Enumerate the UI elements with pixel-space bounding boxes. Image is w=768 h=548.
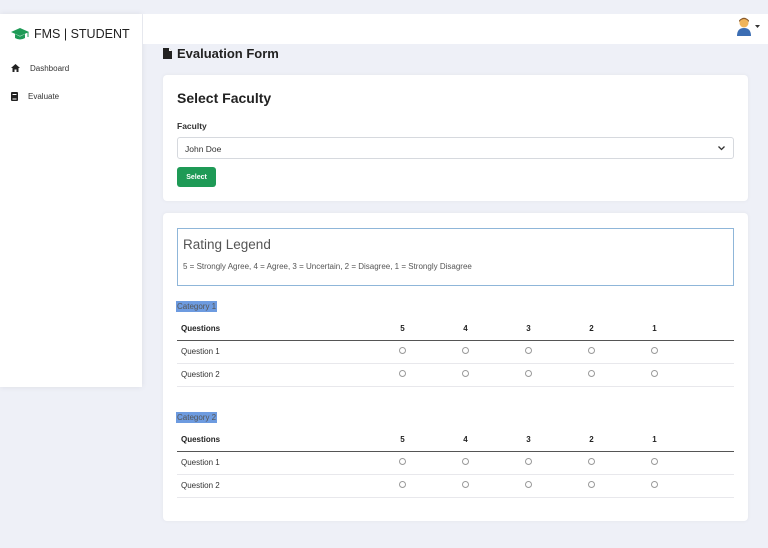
evaluation-card: Rating Legend 5 = Strongly Agree, 4 = Ag… bbox=[163, 213, 748, 521]
page-title: Evaluation Form bbox=[163, 46, 279, 61]
column-header: 1 bbox=[623, 318, 686, 340]
page-title-text: Evaluation Form bbox=[177, 46, 279, 61]
rating-radio-4[interactable] bbox=[462, 458, 469, 465]
graduation-cap-icon bbox=[10, 27, 30, 41]
card-title: Select Faculty bbox=[177, 90, 271, 106]
category-label: Category 1 bbox=[176, 301, 217, 312]
brand-title: FMS | STUDENT bbox=[34, 27, 130, 41]
column-header: 5 bbox=[371, 318, 434, 340]
table-row: Question 1 bbox=[177, 340, 734, 363]
rating-radio-1[interactable] bbox=[651, 481, 658, 488]
rating-radio-4[interactable] bbox=[462, 481, 469, 488]
column-header: 1 bbox=[623, 429, 686, 451]
question-label: Question 2 bbox=[177, 474, 371, 497]
column-header: Questions bbox=[177, 429, 371, 451]
table-header-row: Questions 5 4 3 2 1 bbox=[177, 318, 734, 340]
table-row: Question 1 bbox=[177, 451, 734, 474]
select-faculty-card: Select Faculty Faculty John Doe Select bbox=[163, 75, 748, 201]
home-icon bbox=[11, 64, 20, 72]
faculty-selected-value: John Doe bbox=[185, 144, 221, 154]
rating-table-category-1: Questions 5 4 3 2 1 Question 1 Question … bbox=[177, 318, 734, 387]
column-header: 4 bbox=[434, 318, 497, 340]
rating-radio-2[interactable] bbox=[588, 370, 595, 377]
column-header: 3 bbox=[497, 318, 560, 340]
rating-radio-5[interactable] bbox=[399, 458, 406, 465]
chevron-down-icon bbox=[718, 146, 725, 151]
category-label: Category 2 bbox=[176, 412, 217, 423]
column-spacer bbox=[686, 429, 734, 451]
rating-radio-5[interactable] bbox=[399, 481, 406, 488]
column-header: Questions bbox=[177, 318, 371, 340]
rating-radio-3[interactable] bbox=[525, 481, 532, 488]
faculty-label: Faculty bbox=[177, 121, 207, 131]
rating-legend: Rating Legend 5 = Strongly Agree, 4 = Ag… bbox=[177, 228, 734, 286]
column-header: 3 bbox=[497, 429, 560, 451]
legend-text: 5 = Strongly Agree, 4 = Agree, 3 = Uncer… bbox=[183, 262, 472, 271]
faculty-select[interactable]: John Doe bbox=[177, 137, 734, 159]
sidebar-item-label: Evaluate bbox=[28, 92, 59, 101]
column-header: 2 bbox=[560, 318, 623, 340]
book-icon bbox=[11, 92, 18, 101]
select-button[interactable]: Select bbox=[177, 167, 216, 187]
table-row: Question 2 bbox=[177, 363, 734, 386]
rating-table-category-2: Questions 5 4 3 2 1 Question 1 Question … bbox=[177, 429, 734, 498]
chevron-down-icon[interactable] bbox=[755, 25, 760, 28]
rating-radio-5[interactable] bbox=[399, 347, 406, 354]
rating-radio-4[interactable] bbox=[462, 370, 469, 377]
topbar bbox=[143, 14, 768, 44]
rating-radio-1[interactable] bbox=[651, 458, 658, 465]
rating-radio-1[interactable] bbox=[651, 370, 658, 377]
column-header: 2 bbox=[560, 429, 623, 451]
question-label: Question 1 bbox=[177, 340, 371, 363]
question-label: Question 1 bbox=[177, 451, 371, 474]
sidebar: FMS | STUDENT Dashboard Evaluate bbox=[0, 14, 142, 387]
sidebar-item-label: Dashboard bbox=[30, 64, 69, 73]
table-row: Question 2 bbox=[177, 474, 734, 497]
brand[interactable]: FMS | STUDENT bbox=[0, 14, 142, 54]
rating-radio-4[interactable] bbox=[462, 347, 469, 354]
rating-radio-2[interactable] bbox=[588, 458, 595, 465]
legend-title: Rating Legend bbox=[183, 237, 271, 252]
rating-radio-2[interactable] bbox=[588, 347, 595, 354]
rating-radio-3[interactable] bbox=[525, 370, 532, 377]
column-header: 5 bbox=[371, 429, 434, 451]
user-avatar-icon[interactable] bbox=[736, 17, 752, 37]
sidebar-item-evaluate[interactable]: Evaluate bbox=[0, 82, 142, 110]
rating-radio-5[interactable] bbox=[399, 370, 406, 377]
rating-radio-1[interactable] bbox=[651, 347, 658, 354]
file-icon bbox=[163, 48, 172, 59]
rating-radio-2[interactable] bbox=[588, 481, 595, 488]
sidebar-item-dashboard[interactable]: Dashboard bbox=[0, 54, 142, 82]
column-spacer bbox=[686, 318, 734, 340]
rating-radio-3[interactable] bbox=[525, 347, 532, 354]
column-header: 4 bbox=[434, 429, 497, 451]
table-header-row: Questions 5 4 3 2 1 bbox=[177, 429, 734, 451]
question-label: Question 2 bbox=[177, 363, 371, 386]
rating-radio-3[interactable] bbox=[525, 458, 532, 465]
